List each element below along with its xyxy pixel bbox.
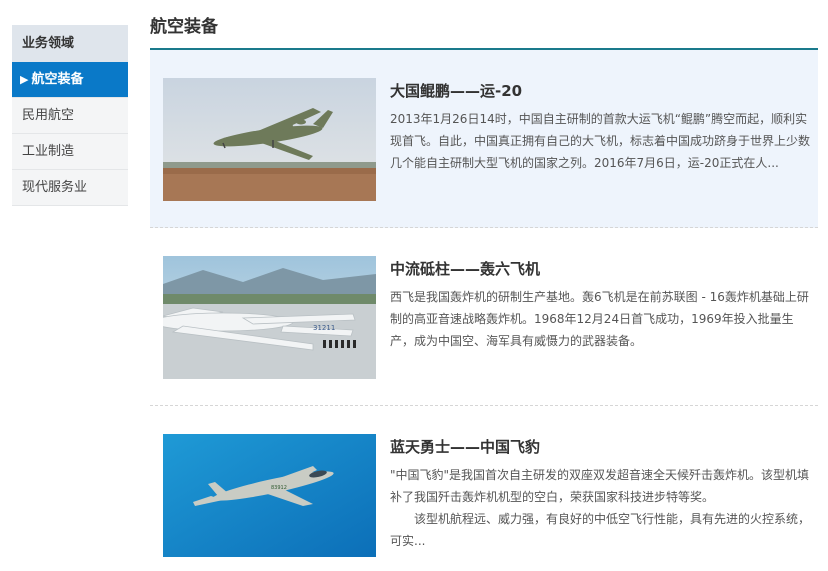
sidebar: 业务领域 ▶ 航空装备 民用航空 工业制造 现代服务业 [12, 25, 128, 206]
article-title[interactable]: 蓝天勇士——中国飞豹 [390, 436, 540, 457]
article-summary-paragraph: 该型机航程远、威力强，有良好的中低空飞行性能，具有先进的火控系统，可实... [390, 512, 811, 548]
sidebar-item-modern-services[interactable]: 现代服务业 [12, 170, 128, 206]
sidebar-item-aviation-equipment[interactable]: ▶ 航空装备 [12, 62, 128, 98]
sidebar-item-label: 民用航空 [22, 108, 75, 123]
article-title[interactable]: 中流砥柱——轰六飞机 [390, 258, 540, 279]
main-content: 航空装备 大国鲲鹏——运-20 2013年1月26日14时，中国自主研制的首款大… [150, 0, 818, 571]
article-summary: 2013年1月26日14时，中国自主研制的首款大运飞机“鲲鹏”腾空而起，顺利实现… [390, 112, 811, 170]
article-title[interactable]: 大国鲲鹏——运-20 [390, 80, 522, 101]
bomber-aircraft-parked-photo: 31211 [163, 256, 376, 379]
page-title: 航空装备 [150, 0, 818, 50]
svg-text:31211: 31211 [313, 324, 335, 332]
sidebar-item-label: 工业制造 [22, 144, 75, 159]
article-thumbnail[interactable] [163, 78, 376, 201]
article-item: 31211 中流砥柱——轰六飞机 西飞是我国轰炸机的研制生产基地。轰6飞机是在前… [150, 228, 818, 406]
sidebar-item-label: 航空装备 [31, 72, 84, 87]
article-summary: 西飞是我国轰炸机的研制生产基地。轰6飞机是在前苏联图 - 16轰炸机基础上研制的… [390, 290, 809, 348]
article-item: 83912 蓝天勇士——中国飞豹 "中国飞豹"是我国首次自主研发的双座双发超音速… [150, 406, 818, 571]
sidebar-item-label: 现代服务业 [22, 180, 88, 195]
fighter-bomber-flying-photo: 83912 [163, 434, 376, 557]
page: 业务领域 ▶ 航空装备 民用航空 工业制造 现代服务业 航空装备 大国鲲鹏——运… [0, 0, 828, 571]
article-thumbnail[interactable]: 83912 [163, 434, 376, 557]
article-thumbnail[interactable]: 31211 [163, 256, 376, 379]
sidebar-item-industrial-manufacturing[interactable]: 工业制造 [12, 134, 128, 170]
article-summary: "中国飞豹"是我国首次自主研发的双座双发超音速全天候歼击轰炸机。该型机填补了我国… [390, 464, 810, 552]
sidebar-item-civil-aviation[interactable]: 民用航空 [12, 98, 128, 134]
play-arrow-icon: ▶ [20, 73, 29, 86]
article-item: 大国鲲鹏——运-20 2013年1月26日14时，中国自主研制的首款大运飞机“鲲… [150, 50, 818, 228]
sidebar-header: 业务领域 [12, 25, 128, 62]
cargo-aircraft-takeoff-photo [163, 78, 376, 201]
svg-text:83912: 83912 [271, 485, 287, 491]
article-summary-paragraph: "中国飞豹"是我国首次自主研发的双座双发超音速全天候歼击轰炸机。该型机填补了我国… [390, 468, 810, 504]
